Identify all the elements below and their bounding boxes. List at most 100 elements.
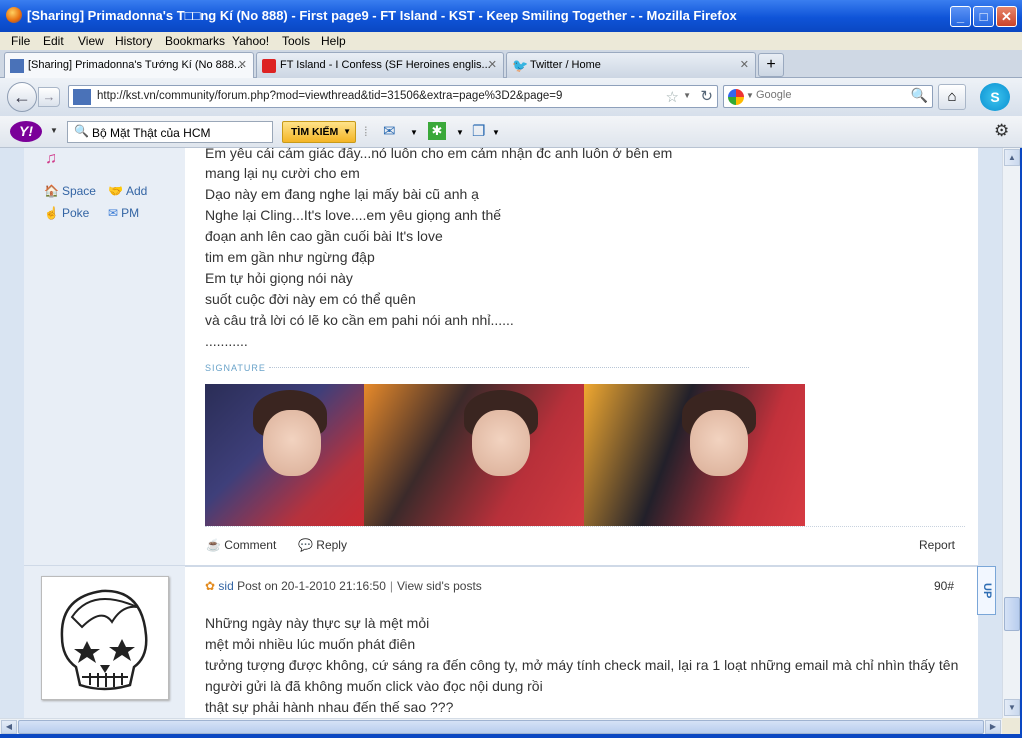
- messenger-dropdown-icon[interactable]: ▼: [456, 128, 464, 137]
- back-button[interactable]: ←: [7, 82, 37, 112]
- google-engine-icon[interactable]: [728, 89, 744, 105]
- menu-bookmarks[interactable]: Bookmarks: [165, 34, 225, 48]
- search-magnifier-icon[interactable]: 🔍: [911, 87, 928, 104]
- messenger-icon[interactable]: ✱: [428, 122, 446, 140]
- post-text-line: Em tự hỏi giọng nói này: [205, 270, 353, 286]
- firefox-logo-icon: [6, 7, 22, 23]
- post-text-line: đoạn anh lên cao gần cuối bài It's love: [205, 228, 443, 244]
- scroll-to-top-button[interactable]: UP: [977, 566, 996, 615]
- window-title: [Sharing] Primadonna's T□□ng Kí (No 888)…: [27, 8, 737, 23]
- yahoo-menu-dropdown-icon[interactable]: ▼: [50, 126, 58, 135]
- tab-twitter[interactable]: 🐦 Twitter / Home ✕: [506, 52, 756, 78]
- post-date: Post on 20-1-2010 21:16:50: [237, 579, 386, 593]
- page-content: ♫ 🏠 Space 🤝 Add ☝ Poke ✉ PM Em yêu cái cảm g…: [0, 148, 1002, 718]
- post-text-line: Em yêu cái cảm giác đấy...nó luôn cho em…: [205, 148, 673, 161]
- tab-label: FT Island - I Confess (SF Heroines engli…: [280, 59, 491, 71]
- close-tab-icon[interactable]: ✕: [740, 58, 749, 71]
- comment-label: Comment: [224, 538, 277, 552]
- add-label: Add: [125, 184, 148, 198]
- menu-yahoo[interactable]: Yahoo!: [232, 34, 269, 48]
- post-text-line: Nghe lại Cling...It's love....em yêu giọ…: [205, 207, 502, 223]
- photo-face: [690, 410, 748, 476]
- horizontal-scrollbar[interactable]: ◀ ▶: [0, 718, 1002, 734]
- pm-label: PM: [121, 206, 140, 220]
- add-friend-link[interactable]: 🤝 Add: [108, 184, 147, 198]
- minimize-button[interactable]: _: [950, 6, 971, 27]
- site-favicon-icon: [73, 89, 91, 105]
- menu-file[interactable]: File: [11, 34, 30, 48]
- author-name-link[interactable]: sid: [218, 579, 233, 593]
- view-posts-link[interactable]: View sid's posts: [397, 579, 482, 593]
- scroll-down-arrow-icon[interactable]: ▼: [1004, 699, 1020, 716]
- tab-label: [Sharing] Primadonna's Tướng Kí (No 888.…: [28, 59, 244, 71]
- menu-view[interactable]: View: [78, 34, 104, 48]
- gear-icon[interactable]: ⚙: [994, 121, 1009, 141]
- mail-dropdown-icon[interactable]: ▼: [410, 128, 418, 137]
- tab-youtube[interactable]: FT Island - I Confess (SF Heroines engli…: [256, 52, 504, 78]
- tab-kst-forum[interactable]: [Sharing] Primadonna's Tướng Kí (No 888.…: [4, 52, 254, 79]
- menu-bar: File Edit View History Bookmarks Yahoo! …: [0, 32, 1022, 50]
- new-tab-button[interactable]: +: [758, 53, 784, 77]
- signature-photo-1: [205, 384, 364, 526]
- reply-button[interactable]: 💬 Reply: [298, 538, 347, 552]
- post-text-line: mệt mỏi nhiều lúc muốn phát điên: [205, 636, 416, 652]
- post-text-line: và câu trả lời có lẽ ko cần em pahi nói …: [205, 312, 514, 328]
- yahoo-search-box[interactable]: 🔍 Bộ Mặt Thật của HCM: [67, 121, 273, 143]
- comment-button[interactable]: ☕ Comment: [206, 538, 276, 552]
- photo-face: [263, 410, 321, 476]
- window-frame-bottom: [0, 734, 1022, 738]
- reply-label: Reply: [316, 538, 347, 552]
- web-search-box[interactable]: ▼ 🔍: [723, 85, 933, 108]
- post-text-line: tưởng tượng được không, cứ sáng ra đến c…: [205, 657, 959, 673]
- vertical-scrollbar[interactable]: ▲ ▼: [1002, 148, 1020, 718]
- avatar[interactable]: [41, 576, 169, 700]
- post-text-line: suốt cuộc đời này em có thể quên: [205, 291, 416, 307]
- forward-button[interactable]: →: [38, 87, 60, 107]
- close-tab-icon[interactable]: ✕: [238, 58, 247, 71]
- tab-label: Twitter / Home: [530, 59, 601, 71]
- space-link[interactable]: 🏠 Space: [44, 184, 96, 198]
- horizontal-scroll-thumb[interactable]: [18, 720, 984, 734]
- pm-link[interactable]: ✉ PM: [108, 206, 139, 220]
- menu-edit[interactable]: Edit: [43, 34, 64, 48]
- skull-avatar-icon: [60, 589, 148, 691]
- engine-dropdown-icon[interactable]: ▼: [746, 91, 754, 100]
- header-separator: |: [389, 579, 393, 593]
- scroll-up-arrow-icon[interactable]: ▲: [1004, 149, 1020, 166]
- scroll-left-arrow-icon[interactable]: ◀: [1, 720, 17, 734]
- url-history-dropdown-icon[interactable]: ▼: [683, 91, 691, 100]
- vertical-scroll-thumb[interactable]: [1004, 597, 1020, 631]
- menu-history[interactable]: History: [115, 34, 152, 48]
- menu-help[interactable]: Help: [321, 34, 346, 48]
- signature-image: [205, 384, 805, 526]
- bookmark-star-icon[interactable]: ☆: [666, 88, 679, 106]
- yahoo-logo-button[interactable]: Y!: [10, 121, 42, 142]
- yahoo-search-button-label: TÌM KIẾM: [291, 126, 339, 138]
- comment-icon: ☕: [206, 538, 221, 552]
- bookmarks-icon[interactable]: ❐: [472, 122, 485, 140]
- post-text-line: Những ngày này thực sự là mệt mỏi: [205, 615, 430, 631]
- reload-icon[interactable]: ↻: [700, 87, 713, 105]
- close-tab-icon[interactable]: ✕: [488, 58, 497, 71]
- twitter-bird-icon: 🐦: [512, 58, 529, 73]
- search-input[interactable]: [756, 89, 896, 101]
- menu-tools[interactable]: Tools: [282, 34, 310, 48]
- post-header: ✿ sid Post on 20-1-2010 21:16:50 | View si…: [205, 579, 482, 593]
- mail-icon[interactable]: ✉: [383, 122, 396, 140]
- home-button[interactable]: ⌂: [938, 84, 966, 110]
- forum-thread-panel: ♫ 🏠 Space 🤝 Add ☝ Poke ✉ PM Em yêu cái cảm g…: [24, 148, 978, 718]
- report-link[interactable]: Report: [919, 538, 955, 552]
- poke-link[interactable]: ☝ Poke: [44, 206, 89, 220]
- signature-label: SIGNATURE: [205, 363, 266, 373]
- yahoo-search-value: Bộ Mặt Thật của HCM: [92, 126, 211, 140]
- skype-icon[interactable]: S: [980, 83, 1010, 111]
- maximize-button[interactable]: □: [973, 6, 994, 27]
- close-button[interactable]: ✕: [996, 6, 1017, 27]
- bookmarks-dropdown-icon[interactable]: ▼: [492, 128, 500, 137]
- window-title-bar: [Sharing] Primadonna's T□□ng Kí (No 888)…: [0, 0, 1022, 32]
- yahoo-search-button[interactable]: TÌM KIẾM ▼: [282, 121, 356, 143]
- scroll-right-arrow-icon[interactable]: ▶: [985, 720, 1001, 734]
- handshake-icon: 🤝: [108, 184, 123, 198]
- url-bar[interactable]: http://kst.vn/community/forum.php?mod=vi…: [68, 85, 718, 108]
- poke-label: Poke: [61, 206, 90, 220]
